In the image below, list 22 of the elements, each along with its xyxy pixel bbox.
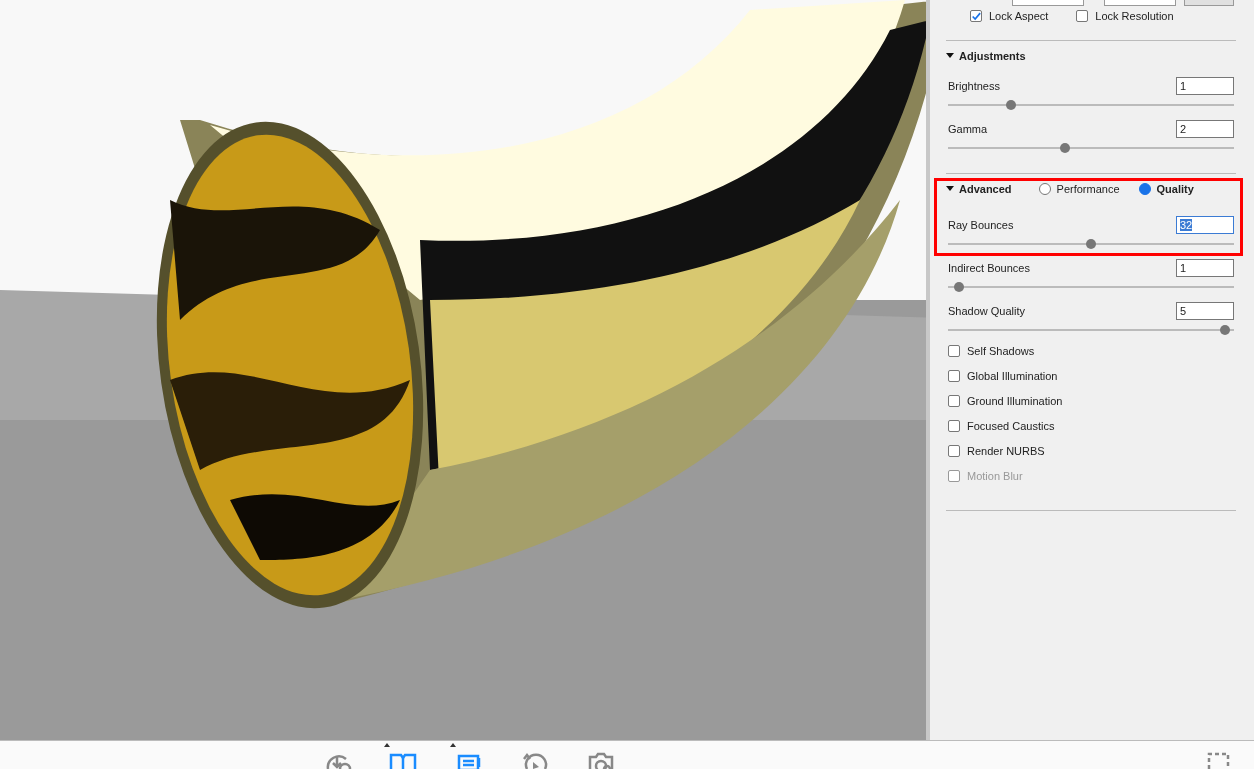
checkbox-label: Render NURBS [967,445,1045,457]
section-title: Adjustments [959,50,1026,62]
checkbox-label: Motion Blur [967,470,1023,482]
value-field[interactable]: 2 [1176,120,1234,138]
checkbox-label: Lock Aspect [989,10,1049,22]
checkbox-label: Self Shadows [967,345,1035,357]
checkbox-label: Global Illumination [967,370,1058,382]
slider-label: Indirect Bounces [948,262,1030,274]
value-field[interactable]: 1 [1176,259,1234,277]
section-title: Advanced [959,183,1012,195]
checkbox-label: Ground Illumination [967,395,1063,407]
value-field[interactable]: 32 [1176,216,1234,234]
slider-label: Ray Bounces [948,219,1014,231]
value-field[interactable]: 5 [1176,302,1234,320]
checkbox-label: Lock Resolution [1095,10,1174,22]
checkbox-label: Focused Caustics [967,420,1055,432]
value-field[interactable]: 1 [1176,77,1234,95]
slider-label: Shadow Quality [948,305,1026,317]
slider-label: Brightness [948,80,1000,92]
radio-label: Performance [1056,183,1120,195]
slider-label: Gamma [948,123,988,135]
radio-label: Quality [1156,183,1194,195]
